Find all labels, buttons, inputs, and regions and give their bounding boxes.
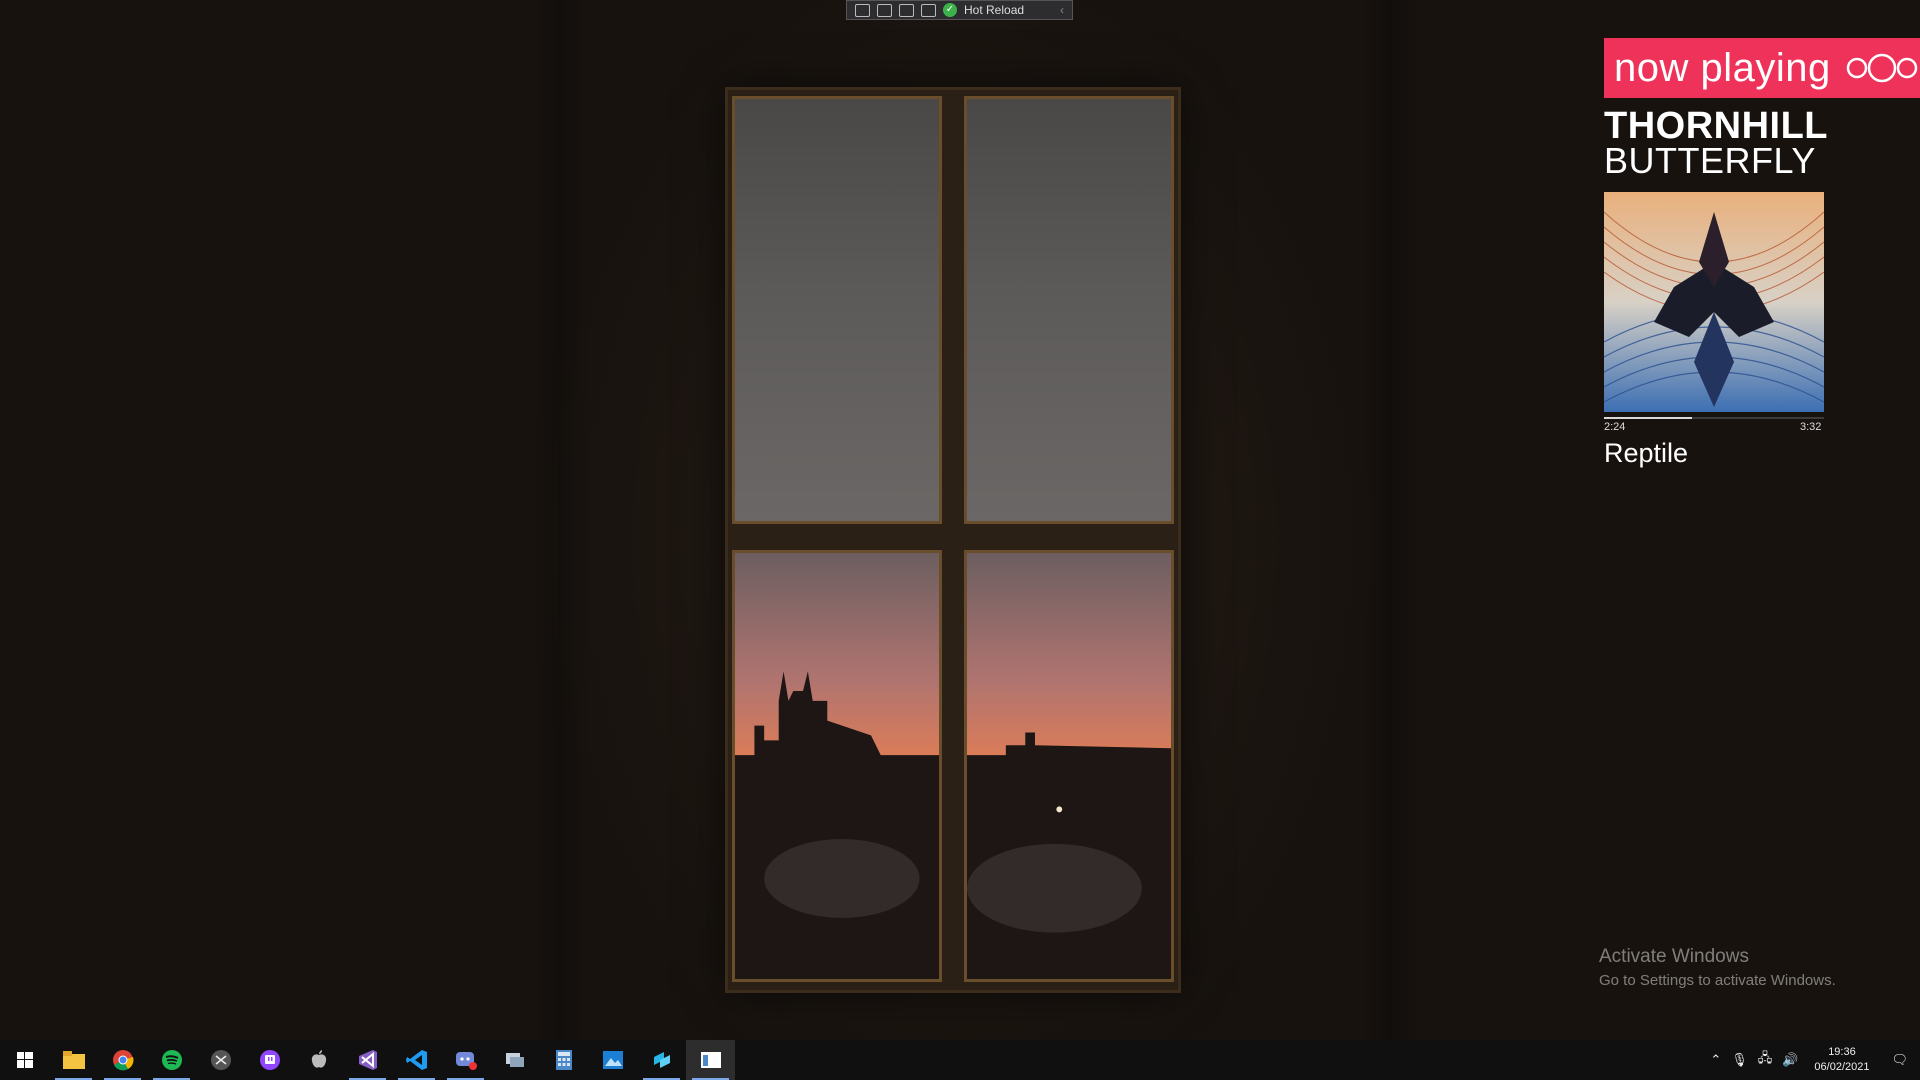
clock[interactable]: 19:36 06/02/2021 xyxy=(1814,1045,1869,1075)
window-pane xyxy=(732,96,942,524)
clock-time: 19:36 xyxy=(1828,1046,1856,1058)
photos-icon xyxy=(602,1051,623,1069)
taskbar-blend[interactable] xyxy=(637,1040,686,1080)
clock-date: 06/02/2021 xyxy=(1814,1061,1870,1073)
discord-icon xyxy=(455,1052,477,1070)
system-tray: ⌃ 🎙 🖧 🔊 19:36 06/02/2021 🗨 xyxy=(1710,1040,1920,1080)
hot-reload-label[interactable]: Hot Reload xyxy=(964,3,1024,17)
start-button[interactable] xyxy=(0,1040,49,1080)
wall-shadow xyxy=(530,0,590,1040)
taskbar-spotify[interactable] xyxy=(147,1040,196,1080)
taskbar-twitch[interactable] xyxy=(245,1040,294,1080)
progress-fill xyxy=(1604,417,1692,419)
taskbar-photos[interactable] xyxy=(588,1040,637,1080)
app-icon xyxy=(210,1050,231,1070)
twitch-icon xyxy=(259,1050,280,1070)
visual-studio-icon xyxy=(358,1050,377,1070)
track-title: Reptile xyxy=(1604,438,1689,468)
check-icon: ✓ xyxy=(943,3,957,17)
wall-shadow xyxy=(1360,0,1420,1040)
volume-icon[interactable]: 🔊 xyxy=(1782,1053,1798,1068)
xaml-debug-toolbar: ✓ Hot Reload ‹ xyxy=(846,0,1073,20)
track-focus-icon[interactable] xyxy=(921,3,936,17)
taskbar-discord[interactable] xyxy=(441,1040,490,1080)
app-window-icon xyxy=(700,1052,721,1068)
network-icon[interactable]: 🖧 xyxy=(1758,1049,1773,1071)
chrome-icon xyxy=(112,1050,133,1071)
window-pane xyxy=(964,550,1174,982)
elapsed-time: 2:24 xyxy=(1604,421,1626,433)
wallpaper-window xyxy=(728,90,1178,990)
taskbar-apple[interactable] xyxy=(294,1040,343,1080)
blend-icon xyxy=(653,1052,670,1068)
taskbar-vscode[interactable] xyxy=(392,1040,441,1080)
select-element-icon[interactable] xyxy=(855,3,870,17)
calculator-icon xyxy=(555,1050,572,1070)
skyline-silhouette xyxy=(967,732,1171,979)
taskbar: ⌃ 🎙 🖧 🔊 19:36 06/02/2021 🗨 xyxy=(0,1040,1920,1080)
window-pane xyxy=(732,550,942,982)
chevron-up-icon[interactable]: ⌃ xyxy=(1710,1053,1721,1068)
last-fm-logo-icon xyxy=(1846,53,1917,83)
album-art xyxy=(1604,192,1824,412)
activate-windows-subtitle: Go to Settings to activate Windows. xyxy=(1599,972,1836,989)
taskbar-app[interactable] xyxy=(196,1040,245,1080)
window-pane xyxy=(964,96,1174,524)
taskbar-app-window[interactable] xyxy=(686,1040,735,1080)
pointer-icon[interactable] xyxy=(877,3,892,17)
adorner-icon[interactable] xyxy=(899,3,914,17)
taskbar-scanner[interactable] xyxy=(490,1040,539,1080)
taskbar-chrome[interactable] xyxy=(98,1040,147,1080)
scanner-icon xyxy=(505,1053,524,1067)
vscode-icon xyxy=(405,1050,427,1070)
album-name: BUTTERFLY xyxy=(1604,140,1816,181)
taskbar-visual-studio[interactable] xyxy=(343,1040,392,1080)
notifications-icon[interactable]: 🗨 xyxy=(1891,1053,1908,1068)
taskbar-file-explorer[interactable] xyxy=(49,1040,98,1080)
microphone-icon[interactable]: 🎙 xyxy=(1731,1053,1748,1068)
skyline-silhouette xyxy=(735,671,939,979)
progress-bar[interactable] xyxy=(1604,417,1824,419)
taskbar-calculator[interactable] xyxy=(539,1040,588,1080)
total-time: 3:32 xyxy=(1800,421,1822,433)
spotify-icon xyxy=(161,1050,182,1070)
folder-icon xyxy=(62,1051,85,1069)
apple-icon xyxy=(311,1050,326,1068)
windows-icon xyxy=(16,1052,33,1068)
activate-windows-title: Activate Windows xyxy=(1599,946,1749,967)
now-playing-title: now playing xyxy=(1614,45,1831,90)
now-playing-header: now playing xyxy=(1604,38,1920,98)
chevron-left-icon[interactable]: ‹ xyxy=(1060,3,1064,17)
